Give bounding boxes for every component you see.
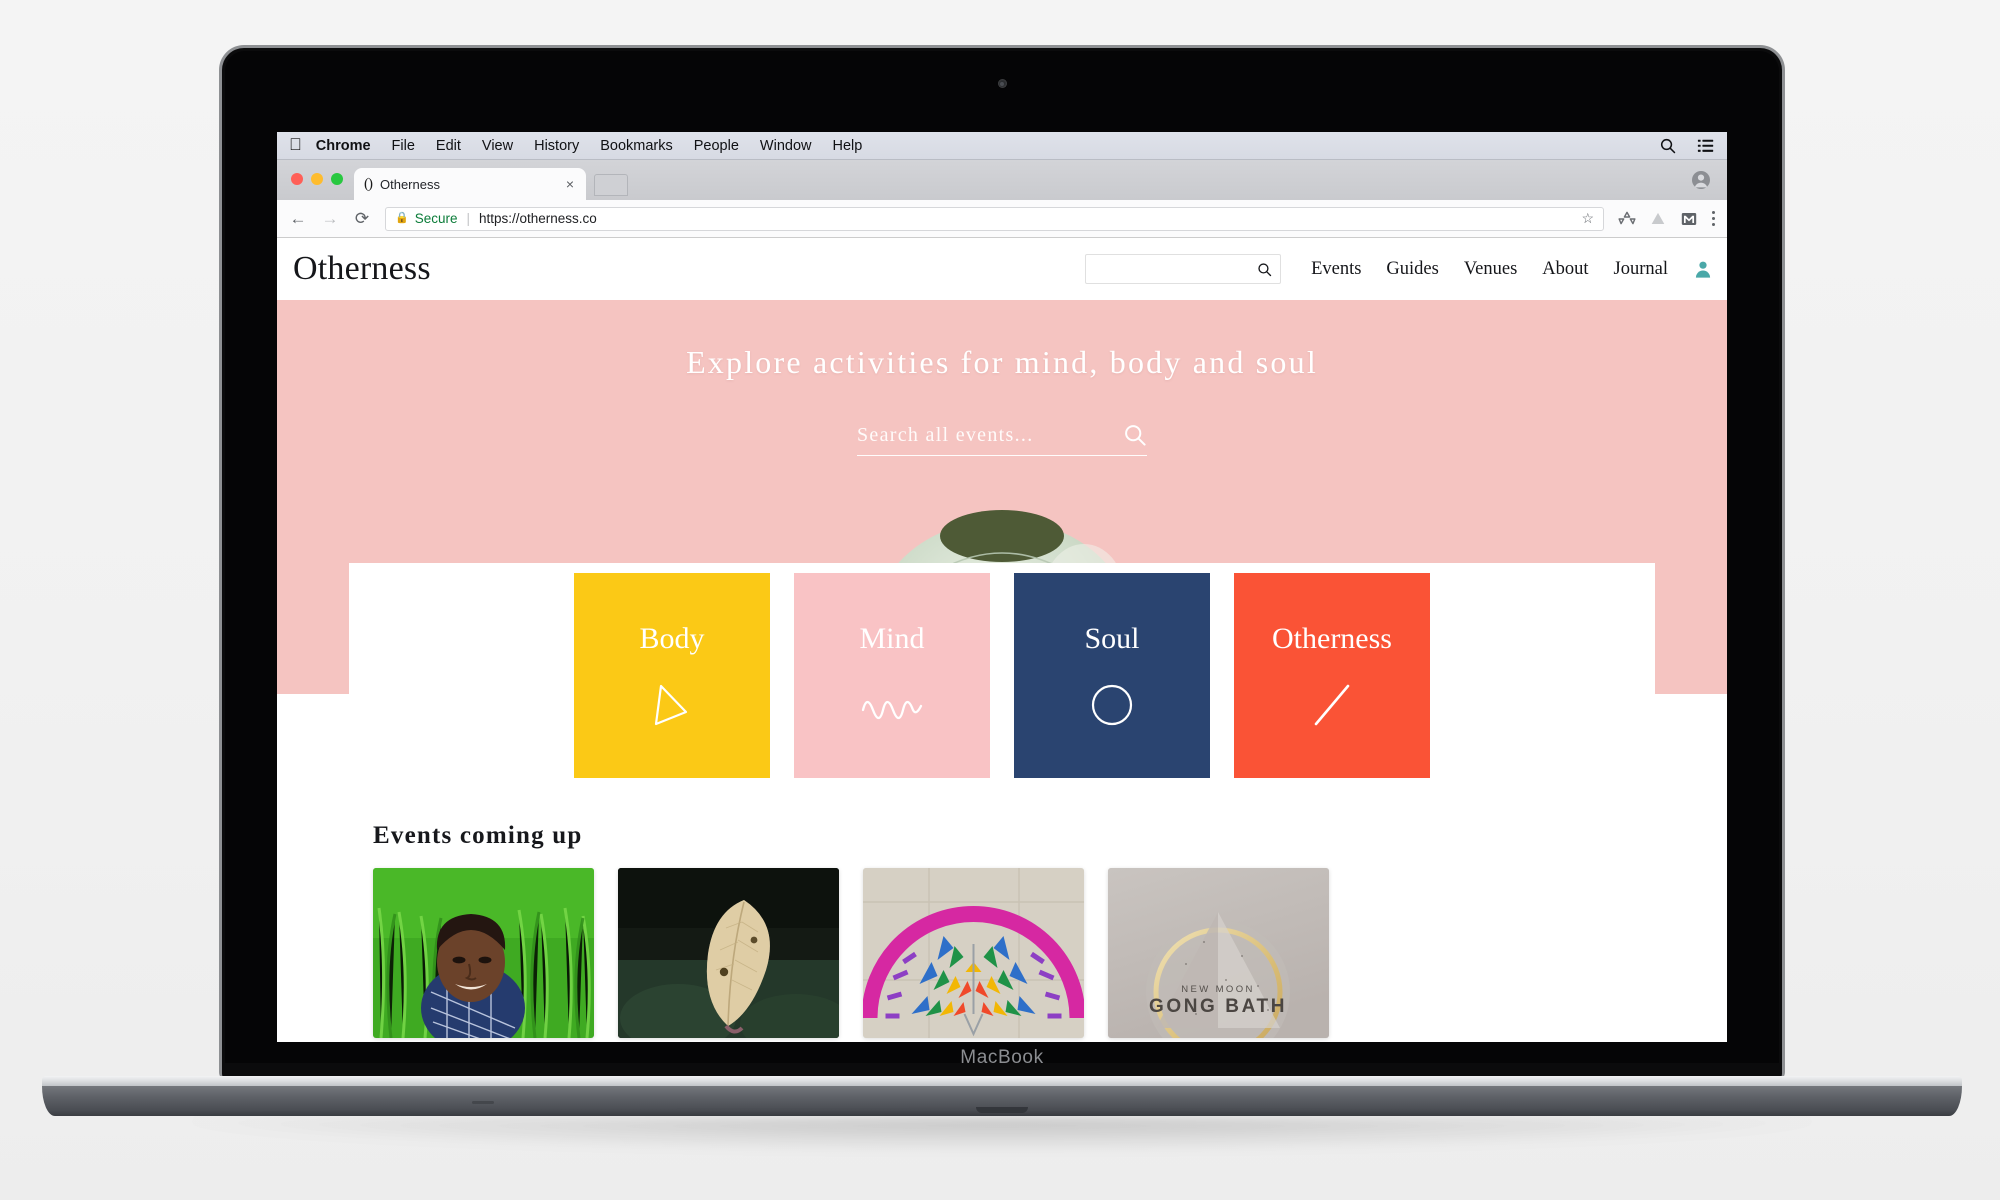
event-card-gong-bath-poster[interactable]: NEW MOON GONG BATH — [1108, 868, 1329, 1038]
browser-extensions — [1618, 210, 1715, 228]
menu-item-history[interactable]: History — [534, 138, 579, 154]
gmail-icon[interactable] — [1680, 210, 1698, 228]
browser-toolbar: ← → ⟳ 🔒 Secure | https://otherness.co ☆ — [277, 200, 1727, 238]
screenshot-stage:  Chrome File Edit View History Bookmark… — [0, 0, 2000, 1200]
maximize-button[interactable] — [331, 173, 343, 185]
laptop-base-vent — [472, 1101, 494, 1104]
laptop-drop-shadow — [182, 1118, 1822, 1152]
tab-favicon: () — [364, 175, 373, 192]
category-label: Soul — [1084, 621, 1140, 655]
apple-logo-icon[interactable]:  — [289, 136, 302, 153]
menu-item-help[interactable]: Help — [832, 138, 862, 154]
close-button[interactable] — [291, 173, 303, 185]
menu-item-window[interactable]: Window — [760, 138, 812, 154]
browser-tab-strip: () Otherness × — [277, 160, 1727, 200]
macbook-wordmark: MacBook — [960, 1047, 1044, 1068]
forward-arrow-icon[interactable]: → — [321, 210, 339, 228]
tab-title: Otherness — [380, 176, 440, 192]
nav-item-guides[interactable]: Guides — [1386, 259, 1438, 280]
window-traffic-lights — [291, 173, 343, 185]
events-section: Events coming up NEW MOON GONG BATH — [277, 800, 1727, 1038]
omnibox-divider: | — [466, 211, 470, 226]
menu-item-bookmarks[interactable]: Bookmarks — [600, 138, 673, 154]
poster-subtitle: NEW MOON — [1181, 984, 1255, 995]
star-icon[interactable]: ☆ — [1581, 210, 1594, 227]
poster-title: GONG BATH — [1149, 996, 1287, 1017]
new-moon-gong-bath-poster: NEW MOON GONG BATH — [1108, 868, 1329, 1038]
macos-menu-bar:  Chrome File Edit View History Bookmark… — [277, 132, 1727, 160]
profile-avatar-icon[interactable] — [1691, 170, 1711, 190]
hero-search-box[interactable] — [857, 423, 1147, 456]
menu-item-view[interactable]: View — [482, 138, 513, 154]
search-icon[interactable] — [1257, 262, 1272, 277]
menu-item-file[interactable]: File — [392, 138, 415, 154]
category-label: Body — [639, 621, 705, 655]
webpage-viewport: Otherness Events Guides Venues About Jou… — [277, 238, 1727, 1042]
event-card-man-in-green-field[interactable] — [373, 868, 594, 1038]
triangle-outline-icon — [654, 684, 688, 725]
search-icon[interactable] — [1123, 423, 1147, 447]
event-card-dried-leaf[interactable] — [618, 868, 839, 1038]
nav-item-venues[interactable]: Venues — [1464, 259, 1517, 280]
site-logo[interactable]: Otherness — [293, 252, 431, 286]
macbook-device:  Chrome File Edit View History Bookmark… — [42, 48, 1962, 1152]
category-card-otherness[interactable]: Otherness — [1234, 573, 1430, 778]
secure-label: Secure — [414, 211, 458, 226]
kebab-menu-icon[interactable] — [1711, 211, 1715, 226]
menu-item-people[interactable]: People — [694, 138, 739, 154]
menu-item-chrome[interactable]: Chrome — [316, 138, 371, 154]
events-grid: NEW MOON GONG BATH — [349, 868, 1655, 1038]
nav-item-about[interactable]: About — [1542, 259, 1588, 280]
hero-search-input[interactable] — [857, 423, 1115, 447]
man-in-green-field-photo — [373, 868, 594, 1038]
category-card-soul[interactable]: Soul — [1014, 573, 1210, 778]
nav-item-journal[interactable]: Journal — [1614, 259, 1668, 280]
menu-item-edit[interactable]: Edit — [436, 138, 461, 154]
wave-line-icon — [861, 700, 923, 719]
hero-headline: Explore activities for mind, body and so… — [686, 344, 1318, 380]
hero-content: Explore activities for mind, body and so… — [277, 300, 1727, 456]
minimize-button[interactable] — [311, 173, 323, 185]
address-bar-url: https://otherness.co — [479, 211, 597, 226]
events-heading: Events coming up — [373, 822, 583, 849]
padlock-icon: 🔒 — [395, 212, 409, 224]
category-strip: Body Mind Soul Otherness — [277, 563, 1727, 788]
site-header: Otherness Events Guides Venues About Jou… — [277, 238, 1727, 300]
user-account-icon[interactable] — [1693, 259, 1713, 279]
webcam-icon — [997, 79, 1007, 88]
new-tab-button[interactable] — [594, 174, 628, 196]
main-navigation: Events Guides Venues About Journal — [1311, 259, 1713, 280]
diagonal-slash-icon — [1314, 684, 1350, 725]
event-card-radial-fan-artwork[interactable] — [863, 868, 1084, 1038]
google-drive-icon[interactable] — [1649, 210, 1667, 228]
recycle-extension-icon[interactable] — [1618, 210, 1636, 228]
circle-outline-icon — [1091, 684, 1133, 725]
header-search-box[interactable] — [1085, 254, 1282, 284]
header-search-input[interactable] — [1094, 261, 1258, 277]
browser-tab-otherness[interactable]: () Otherness × — [354, 168, 586, 200]
colorful-radial-fan-artwork — [863, 868, 1084, 1038]
back-arrow-icon[interactable]: ← — [289, 210, 307, 228]
dried-leaf-on-dark-photo — [618, 868, 839, 1038]
category-card-mind[interactable]: Mind — [794, 573, 990, 778]
category-label: Mind — [859, 621, 925, 655]
spotlight-search-icon[interactable] — [1659, 137, 1677, 155]
nav-item-events[interactable]: Events — [1311, 259, 1361, 280]
address-bar[interactable]: 🔒 Secure | https://otherness.co ☆ — [385, 206, 1604, 231]
laptop-screen:  Chrome File Edit View History Bookmark… — [277, 132, 1727, 1042]
category-card-body[interactable]: Body — [574, 573, 770, 778]
reload-icon[interactable]: ⟳ — [353, 210, 371, 228]
category-label: Otherness — [1272, 621, 1392, 655]
notification-center-icon[interactable] — [1697, 137, 1715, 155]
laptop-base-notch — [976, 1107, 1028, 1113]
tab-close-icon[interactable]: × — [564, 177, 576, 191]
